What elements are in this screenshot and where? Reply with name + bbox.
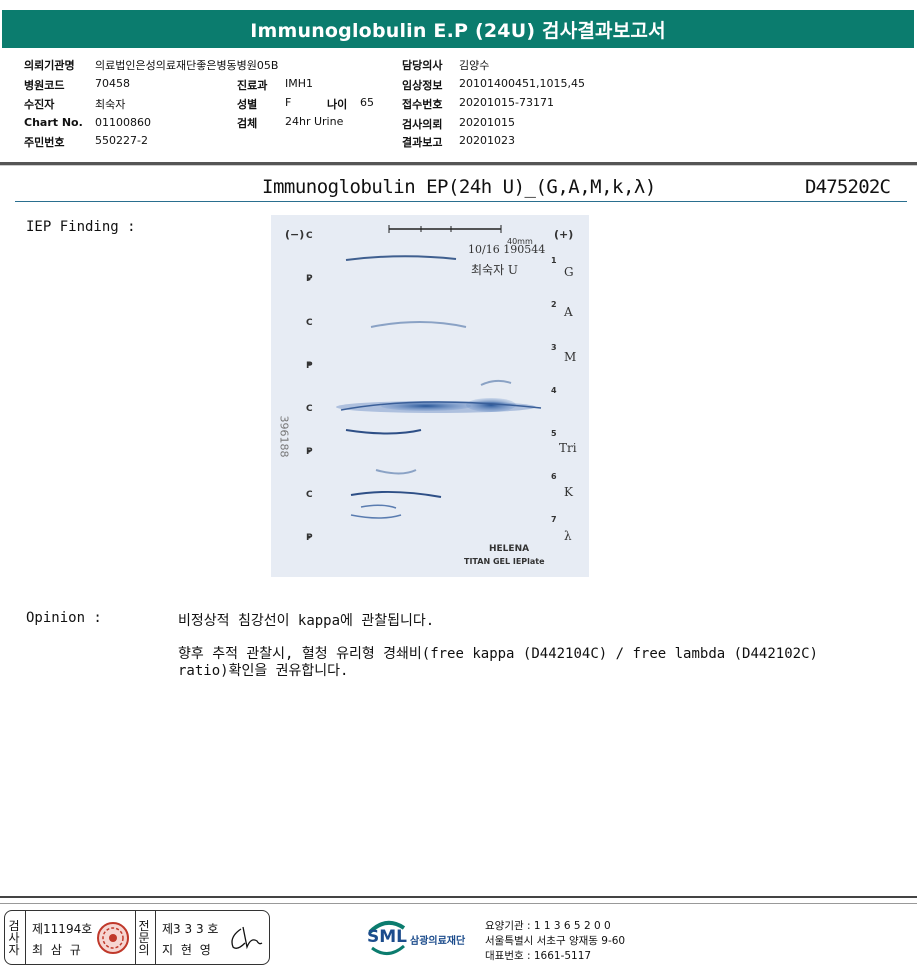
test-divider xyxy=(15,201,907,202)
top-divider-thin xyxy=(0,165,917,166)
gel-num-5: 5 xyxy=(551,429,557,438)
gel-antisera-m: M xyxy=(564,350,577,364)
resident-label: 주민번호 xyxy=(24,136,65,149)
opinion-line-3: ratio)확인을 권유합니다. xyxy=(178,663,349,679)
gel-side-code: 396188 xyxy=(277,415,291,458)
examiner-license: 제11194호 xyxy=(32,922,93,936)
age-value: 65 xyxy=(360,96,374,109)
specimen-label: 검체 xyxy=(237,117,258,130)
bottom-divider xyxy=(0,896,917,898)
chart-value: 01100860 xyxy=(95,116,151,129)
sex-value: F xyxy=(285,96,292,109)
gel-num-4: 4 xyxy=(551,386,557,395)
logo-org-name: 삼광의료재단 xyxy=(410,936,466,947)
gel-brand-2: TITAN GEL IEPlate xyxy=(464,557,545,566)
examiner-name: 최 삼 규 xyxy=(32,943,83,957)
report-title: Immunoglobulin E.P (24U) 검사결과보고서 xyxy=(2,10,914,48)
gel-num-7: 7 xyxy=(551,515,557,524)
gel-num-6: 6 xyxy=(551,472,557,481)
sig-sep-2 xyxy=(135,911,136,964)
gel-num-3: 3 xyxy=(551,343,557,352)
gel-num-1: 1 xyxy=(551,256,557,265)
specimen-value: 24hr Urine xyxy=(285,115,344,128)
resident-value: 550227-2 xyxy=(95,134,148,147)
sml-logo: SML 삼광의료재단 xyxy=(366,918,486,958)
doctor-value: 김양수 xyxy=(459,59,490,72)
gel-plus: (+) xyxy=(554,228,574,241)
gel-handwritten-name: 최숙자 U xyxy=(471,263,519,277)
age-label: 나이 xyxy=(327,98,348,111)
clinical-label: 임상정보 xyxy=(402,79,443,92)
finding-label: IEP Finding : xyxy=(26,219,136,235)
gel-letter-8: P xyxy=(306,533,313,543)
opinion-label: Opinion : xyxy=(26,610,102,626)
gel-letter-6: P xyxy=(306,447,313,457)
institution-label: 의뢰기관명 xyxy=(24,59,75,72)
patient-value: 최숙자 xyxy=(95,98,126,111)
gel-num-2: 2 xyxy=(551,300,557,309)
request-label: 검사의뢰 xyxy=(402,118,443,131)
gel-letter-2: P xyxy=(306,274,313,284)
doctor-name: 지 현 영 xyxy=(162,943,213,957)
sig-sep-1 xyxy=(25,911,26,964)
gel-minus: (−) xyxy=(285,228,305,241)
receipt-value: 20201015-73171 xyxy=(459,96,554,109)
sex-label: 성별 xyxy=(237,98,258,111)
dept-label: 진료과 xyxy=(237,79,268,92)
doctor-vertical-label: 전문의 xyxy=(138,919,150,957)
logo-sml-text: SML xyxy=(367,927,407,947)
footer-line-2: 서울특별시 서초구 양재동 9-60 xyxy=(485,935,626,947)
hospital-code-value: 70458 xyxy=(95,77,130,90)
gel-letter-4: P xyxy=(306,361,313,371)
chart-label: Chart No. xyxy=(24,116,83,129)
footer-info: 요양기관 : 1 1 3 6 5 2 0 0 서울특별시 서초구 양재동 9-6… xyxy=(485,919,625,964)
report-value: 20201023 xyxy=(459,134,515,147)
patient-label: 수진자 xyxy=(24,98,55,111)
patient-info: 의뢰기관명 의료법인은성의료재단좋은병동병원05B 병원코드 70458 수진자… xyxy=(0,50,917,162)
sig-sep-3 xyxy=(155,911,156,964)
gel-antisera-lambda: λ xyxy=(564,529,572,543)
institution-value: 의료법인은성의료재단좋은병동병원05B xyxy=(95,59,279,72)
footer-line-1: 요양기관 : 1 1 3 6 5 2 0 0 xyxy=(485,920,611,932)
dept-value: IMH1 xyxy=(285,77,314,90)
gel-handwritten-date: 10/16 190544 xyxy=(468,243,546,256)
gel-antisera-k: K xyxy=(564,485,573,499)
gel-antisera-tri: Tri xyxy=(559,441,577,455)
gel-letter-7: C xyxy=(306,490,313,500)
report-label: 결과보고 xyxy=(402,136,443,149)
test-name: Immunoglobulin EP(24h U)_(G,A,M,k,λ) xyxy=(262,176,656,198)
receipt-label: 접수번호 xyxy=(402,98,443,111)
gel-antisera-a: A xyxy=(564,305,573,319)
gel-brand-1: HELENA xyxy=(489,544,530,554)
request-value: 20201015 xyxy=(459,116,515,129)
gel-bands xyxy=(307,225,542,539)
signature-box: 검사자 제11194호 최 삼 규 전문의 제3 3 3 호 지 현 영 xyxy=(4,910,270,965)
gel-antisera-g: G xyxy=(564,265,574,279)
iep-gel-image: (−) (+) 40mm 10/16 190544 최숙자 U C P C P … xyxy=(271,215,589,577)
gel-letter-3: C xyxy=(306,318,313,328)
examiner-vertical-label: 검사자 xyxy=(8,919,20,957)
doctor-license: 제3 3 3 호 xyxy=(162,922,219,936)
opinion-line-1: 비정상적 침강선이 kappa에 관찰됩니다. xyxy=(178,613,435,629)
gel-letter-1: C xyxy=(306,231,313,241)
seal-icon xyxy=(97,922,129,954)
doctor-label: 담당의사 xyxy=(402,59,443,72)
handwritten-signature xyxy=(231,926,263,950)
clinical-value: 20101400451,1015,45 xyxy=(459,77,585,90)
footer-line-3: 대표번호 : 1661-5117 xyxy=(485,950,592,962)
gel-letter-5: C xyxy=(306,404,313,414)
test-code: D475202C xyxy=(805,176,891,198)
bottom-divider-thin xyxy=(0,903,917,904)
hospital-code-label: 병원코드 xyxy=(24,79,65,92)
